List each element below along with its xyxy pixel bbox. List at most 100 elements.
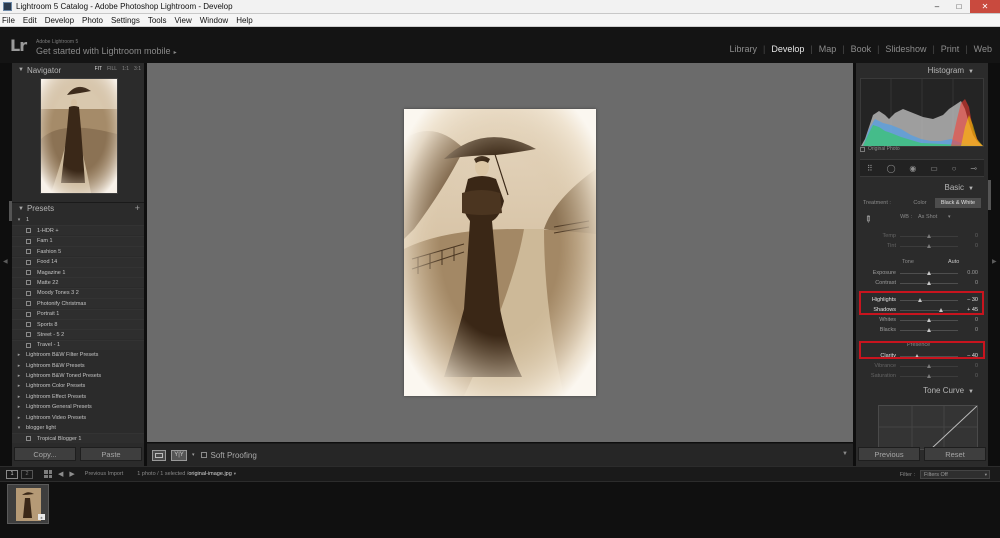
preset-item[interactable]: Moody Tones 3 2	[12, 287, 144, 298]
slider-track[interactable]	[900, 270, 958, 275]
adjustment-brush-icon[interactable]: ⊸	[970, 164, 977, 173]
auto-tone-button[interactable]: Auto	[948, 259, 959, 265]
menu-tools[interactable]: Tools	[148, 16, 167, 25]
white-balance-dropper-icon[interactable]: ✎	[861, 213, 874, 226]
menu-edit[interactable]: Edit	[23, 16, 37, 25]
slider-track[interactable]	[900, 327, 958, 332]
module-slideshow[interactable]: Slideshow	[885, 44, 926, 54]
grid-view-icon[interactable]	[44, 470, 52, 478]
tone-curve-header[interactable]: Tone Curve ▼	[923, 386, 974, 395]
preset-item[interactable]: Fam 1	[12, 235, 144, 246]
folder-toggle-icon[interactable]: ▾	[12, 425, 26, 431]
slider-value[interactable]: 0.00	[958, 270, 978, 276]
minimize-button[interactable]: –	[926, 0, 948, 13]
left-panel-toggle-icon[interactable]: ◀	[3, 258, 8, 265]
primary-display-button[interactable]: 1	[6, 469, 18, 479]
filmstrip-thumbnail[interactable]: ±	[7, 484, 49, 524]
slider-value[interactable]: 0	[958, 373, 978, 379]
folder-toggle-icon[interactable]: ▸	[12, 352, 26, 358]
preset-item[interactable]: Photonify Christmas	[12, 298, 144, 309]
folder-toggle-icon[interactable]: ▸	[12, 415, 26, 421]
slider-thumb[interactable]	[926, 233, 931, 238]
photo-canvas[interactable]	[147, 63, 853, 442]
module-map[interactable]: Map	[819, 44, 837, 54]
zoom-1-1[interactable]: 1:1	[122, 66, 129, 72]
folder-toggle-icon[interactable]: ▸	[12, 404, 26, 410]
slider-thumb[interactable]	[926, 280, 931, 285]
module-book[interactable]: Book	[851, 44, 872, 54]
filmstrip-source[interactable]: Previous Import	[85, 471, 124, 477]
preset-item[interactable]: Travel - 1	[12, 339, 144, 350]
navigator-preview[interactable]	[40, 78, 118, 194]
slider-value[interactable]: 0	[958, 243, 978, 249]
wb-select[interactable]: As Shot	[918, 214, 948, 220]
preset-item[interactable]: Magazine 1	[12, 267, 144, 277]
right-panel-toggle-icon[interactable]: ▶	[992, 258, 997, 265]
preset-item[interactable]: Street - 5 2	[12, 329, 144, 340]
module-library[interactable]: Library	[729, 44, 757, 54]
preset-folder[interactable]: ▾ blogger light	[12, 423, 144, 433]
preset-item[interactable]: 1-HDR +	[12, 225, 144, 236]
radial-filter-icon[interactable]: ○	[952, 164, 957, 173]
before-after-chevron-icon[interactable]: ▾	[192, 452, 195, 458]
slider-thumb[interactable]	[926, 363, 931, 368]
preset-folder[interactable]: ▾ 1	[12, 215, 144, 225]
module-web[interactable]: Web	[974, 44, 992, 54]
filter-select[interactable]: Filters Off ▾	[920, 470, 990, 479]
preset-item[interactable]: Tropical Blogger 1	[12, 433, 144, 444]
basic-header[interactable]: Basic ▼	[944, 183, 974, 192]
preset-folder[interactable]: ▸ Lightroom Effect Presets	[12, 392, 144, 402]
slider-track[interactable]	[900, 280, 958, 285]
module-develop[interactable]: Develop	[771, 44, 804, 54]
preset-folder[interactable]: ▸ Lightroom Color Presets	[12, 381, 144, 391]
crop-icon[interactable]: ⠿	[867, 164, 873, 173]
current-file[interactable]: original-image.jpg ▾	[188, 471, 236, 477]
loupe-view-icon[interactable]	[152, 449, 166, 461]
right-panel-scrollbar[interactable]	[988, 180, 991, 210]
slider-value[interactable]: 0	[958, 280, 978, 286]
original-photo-checkbox[interactable]	[860, 146, 865, 152]
preset-item[interactable]: Fashion 5	[12, 246, 144, 257]
slider-thumb[interactable]	[926, 327, 931, 332]
slider-value[interactable]: 0	[958, 327, 978, 333]
back-arrow-icon[interactable]: ◀	[58, 470, 63, 478]
preset-item[interactable]: Portrait 1	[12, 308, 144, 319]
soft-proofing-checkbox[interactable]	[200, 452, 207, 458]
folder-toggle-icon[interactable]: ▸	[12, 383, 26, 389]
copy-settings-button[interactable]: Copy...	[14, 447, 76, 461]
slider-thumb[interactable]	[926, 243, 931, 248]
slider-thumb[interactable]	[926, 317, 931, 322]
preset-folder[interactable]: ▸ Lightroom B&W Filter Presets	[12, 350, 144, 360]
preset-folder[interactable]: ▸ Lightroom B&W Toned Presets	[12, 371, 144, 381]
slider-value[interactable]: 0	[958, 363, 978, 369]
preset-item[interactable]: Food 14	[12, 256, 144, 267]
folder-toggle-icon[interactable]: ▾	[12, 217, 26, 223]
menu-window[interactable]: Window	[200, 16, 228, 25]
mobile-promo-link[interactable]: Get started with Lightroom mobile ▸	[36, 46, 177, 56]
menu-settings[interactable]: Settings	[111, 16, 140, 25]
menu-develop[interactable]: Develop	[45, 16, 74, 25]
add-preset-icon[interactable]: +	[135, 203, 140, 213]
menu-help[interactable]: Help	[236, 16, 252, 25]
red-eye-icon[interactable]: ◉	[909, 164, 916, 173]
folder-toggle-icon[interactable]: ▸	[12, 363, 26, 369]
left-panel-scrollbar[interactable]	[9, 201, 12, 221]
preset-folder[interactable]: ▸ Lightroom Video Presets	[12, 413, 144, 423]
folder-toggle-icon[interactable]: ▸	[12, 373, 26, 379]
preset-folder[interactable]: ▸ Lightroom B&W Presets	[12, 361, 144, 371]
toolbar-menu-icon[interactable]: ▼	[842, 451, 848, 457]
previous-button[interactable]: Previous	[858, 447, 920, 461]
slider-track[interactable]	[900, 233, 958, 238]
zoom-fit[interactable]: FIT	[95, 66, 103, 72]
tone-curve-graph[interactable]	[878, 405, 978, 450]
treatment-color-option[interactable]: Color	[905, 200, 935, 206]
menu-view[interactable]: View	[175, 16, 192, 25]
folder-toggle-icon[interactable]: ▸	[12, 394, 26, 400]
before-after-view-icon[interactable]: Y|Y	[171, 449, 187, 461]
histogram[interactable]	[860, 78, 984, 147]
wb-chevron-icon[interactable]: ▾	[948, 214, 951, 220]
main-photo[interactable]	[404, 109, 596, 396]
slider-track[interactable]	[900, 363, 958, 368]
slider-track[interactable]	[900, 243, 958, 248]
secondary-display-button[interactable]: 2	[21, 469, 33, 479]
